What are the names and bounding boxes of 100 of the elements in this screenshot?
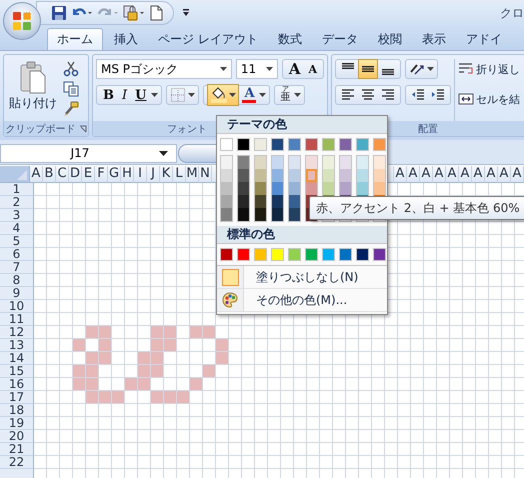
row-header[interactable]: 11 — [0, 313, 34, 326]
underline-button[interactable]: U — [132, 86, 150, 104]
color-swatch[interactable] — [356, 248, 369, 261]
ribbon-tab[interactable]: データ — [312, 28, 367, 50]
color-swatch[interactable] — [221, 195, 232, 208]
color-swatch[interactable] — [322, 138, 335, 151]
column-header[interactable]: D — [69, 166, 82, 183]
row-header[interactable]: 20 — [0, 430, 34, 443]
column-header[interactable]: K — [160, 166, 173, 183]
row-header[interactable]: 2 — [0, 196, 34, 209]
ribbon-tab[interactable]: ホーム — [47, 28, 103, 50]
color-swatch[interactable] — [272, 169, 283, 182]
row-header[interactable]: 9 — [0, 287, 34, 300]
ribbon-tab[interactable]: アドイ — [456, 28, 511, 50]
color-swatch[interactable] — [271, 248, 284, 261]
row-header[interactable]: 1 — [0, 183, 34, 196]
color-swatch[interactable] — [272, 208, 283, 221]
align-center-icon[interactable] — [361, 88, 375, 102]
column-header[interactable]: L — [173, 166, 186, 183]
fill-color-button[interactable] — [207, 84, 240, 106]
save-icon[interactable] — [51, 5, 67, 21]
color-swatch[interactable] — [221, 208, 232, 221]
ribbon-tab[interactable]: 挿入 — [105, 28, 147, 50]
column-header[interactable]: E — [82, 166, 95, 183]
italic-button[interactable]: I — [119, 86, 130, 104]
column-header[interactable]: A — [420, 166, 433, 183]
row-header[interactable]: 13 — [0, 339, 34, 352]
color-swatch[interactable] — [254, 138, 267, 151]
column-header[interactable]: A — [511, 166, 524, 183]
decrease-indent-icon[interactable] — [411, 88, 425, 102]
color-swatch[interactable] — [255, 195, 266, 208]
dropdown-caret-icon[interactable] — [229, 93, 236, 97]
color-swatch[interactable] — [288, 138, 301, 151]
color-swatch[interactable] — [339, 248, 352, 261]
color-swatch[interactable] — [272, 195, 283, 208]
dropdown-caret-icon[interactable] — [151, 93, 158, 97]
no-fill-item[interactable]: 塗りつぶしなし(N) — [217, 266, 387, 289]
row-header[interactable]: 8 — [0, 274, 34, 287]
column-header[interactable]: N — [199, 166, 212, 183]
color-swatch[interactable] — [374, 169, 385, 182]
color-swatch[interactable] — [255, 169, 266, 182]
font-size-field[interactable]: 11 — [236, 59, 278, 79]
row-header[interactable]: 22 — [0, 456, 34, 469]
format-painter-icon[interactable] — [63, 101, 79, 117]
row-header[interactable]: 21 — [0, 443, 34, 456]
column-header[interactable]: G — [108, 166, 121, 183]
scissors-icon[interactable] — [63, 61, 79, 77]
text-orientation-icon[interactable] — [409, 62, 425, 76]
row-header[interactable]: 6 — [0, 248, 34, 261]
wrap-text-button[interactable]: 折り返し — [458, 59, 520, 79]
dropdown-caret-icon[interactable] — [159, 150, 168, 156]
ribbon-tab[interactable]: 校閲 — [368, 28, 411, 50]
column-header[interactable]: M — [186, 166, 199, 183]
column-header[interactable]: I — [134, 166, 147, 183]
color-swatch[interactable] — [323, 182, 334, 195]
column-header[interactable]: J — [147, 166, 160, 183]
color-swatch[interactable] — [221, 156, 232, 169]
shrink-font-button[interactable]: A — [305, 60, 320, 78]
color-swatch[interactable] — [238, 156, 249, 169]
color-swatch[interactable] — [323, 156, 334, 169]
row-header[interactable]: 3 — [0, 209, 34, 222]
color-swatch[interactable] — [238, 195, 249, 208]
color-swatch[interactable] — [220, 138, 233, 151]
color-swatch[interactable] — [289, 208, 300, 221]
color-swatch[interactable] — [289, 156, 300, 169]
color-swatch[interactable] — [271, 138, 284, 151]
column-header[interactable]: A — [472, 166, 485, 183]
column-header[interactable]: F — [95, 166, 108, 183]
row-header[interactable]: 4 — [0, 222, 34, 235]
dropdown-caret-icon[interactable] — [427, 67, 434, 71]
color-swatch[interactable] — [238, 208, 249, 221]
color-swatch[interactable] — [340, 169, 351, 182]
grow-font-button[interactable]: A — [286, 60, 304, 78]
color-swatch[interactable] — [289, 182, 300, 195]
color-swatch[interactable] — [357, 156, 368, 169]
copy-icon[interactable] — [63, 81, 79, 97]
row-header[interactable]: 10 — [0, 300, 34, 313]
column-header[interactable]: A — [30, 166, 43, 183]
customize-caret-icon[interactable] — [182, 8, 190, 18]
color-swatch[interactable] — [220, 248, 233, 261]
column-header[interactable]: H — [121, 166, 134, 183]
font-name-field[interactable]: MS Pゴシック — [96, 59, 232, 79]
column-header[interactable]: A — [498, 166, 511, 183]
row-header[interactable]: 17 — [0, 391, 34, 404]
lock-icon[interactable] — [123, 5, 145, 21]
color-swatch[interactable] — [340, 156, 351, 169]
increase-indent-icon[interactable] — [431, 88, 445, 102]
color-swatch[interactable] — [255, 208, 266, 221]
column-header[interactable]: A — [446, 166, 459, 183]
color-swatch[interactable] — [323, 169, 334, 182]
row-header[interactable]: 15 — [0, 365, 34, 378]
column-header[interactable]: A — [394, 166, 407, 183]
dropdown-caret-icon[interactable] — [188, 93, 196, 97]
ribbon-tab[interactable]: 数式 — [268, 28, 311, 50]
dropdown-caret-icon[interactable] — [294, 93, 302, 97]
row-header[interactable]: 7 — [0, 261, 34, 274]
vertical-align-button[interactable] — [359, 60, 377, 78]
column-header[interactable]: A — [459, 166, 472, 183]
color-swatch[interactable] — [221, 182, 232, 195]
ribbon-tab[interactable]: ページ レイアウト — [149, 28, 267, 50]
